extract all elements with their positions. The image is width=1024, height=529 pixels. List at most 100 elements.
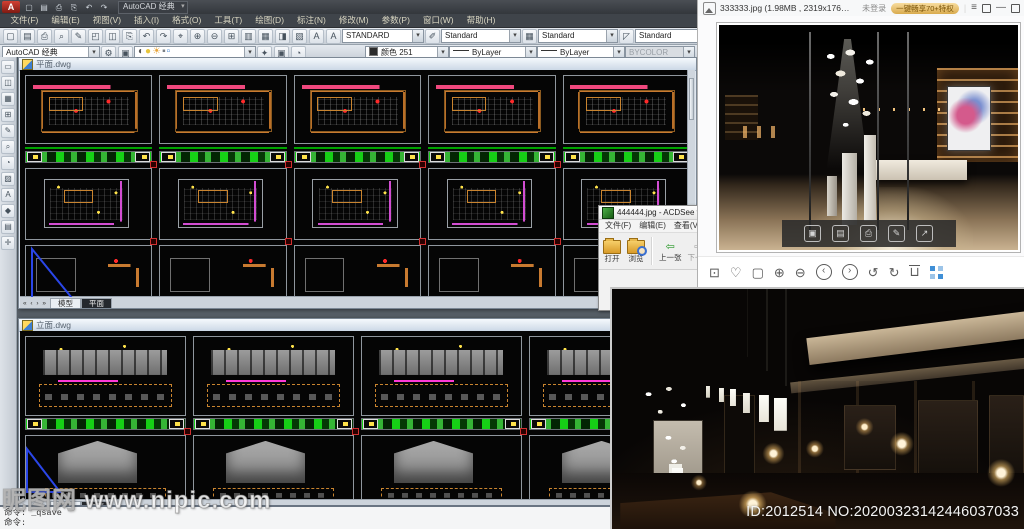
menu-item[interactable]: 编辑(E)	[45, 14, 86, 27]
dim-style-icon[interactable]: ✐	[425, 29, 440, 44]
paste-icon[interactable]: ⎘	[122, 29, 137, 44]
previous-image-icon[interactable]: ‹	[816, 264, 832, 280]
undo-icon[interactable]: ↶	[139, 29, 154, 44]
crop-icon[interactable]: ▢	[752, 265, 764, 280]
edit-icon[interactable]: ✎	[888, 225, 905, 242]
print-icon[interactable]: ⎙	[860, 225, 877, 242]
drawing-canvas-plan[interactable]	[20, 70, 695, 297]
delete-icon[interactable]: ⊔	[909, 265, 919, 279]
save-icon[interactable]: ⎙	[53, 2, 65, 13]
menu-item[interactable]: 文件(F)	[4, 14, 45, 27]
move-tool-icon[interactable]: ✛	[1, 236, 15, 250]
tool-palettes-icon[interactable]: ▦	[258, 29, 273, 44]
cut-icon[interactable]: ◰	[88, 29, 103, 44]
mleader-style-icon[interactable]: ◸	[619, 29, 634, 44]
zoom-in-icon[interactable]: ⊕	[774, 265, 785, 280]
properties-icon[interactable]: ▥	[241, 29, 256, 44]
undo-icon[interactable]: ↶	[83, 2, 95, 13]
new-file-icon[interactable]: ▢	[23, 2, 35, 13]
zoom-out-icon[interactable]: ⊖	[207, 29, 222, 44]
drawing-canvas-elevation[interactable]	[20, 331, 695, 500]
viewer-title-bar[interactable]: 333333.jpg (1.98MB , 2319x1768像素) - 第...…	[698, 0, 1024, 17]
browse-button[interactable]: 浏览	[627, 240, 645, 263]
maximize-icon[interactable]	[1011, 4, 1020, 13]
hatch-tool-icon[interactable]: ▨	[1, 172, 15, 186]
copy-icon[interactable]: ◫	[105, 29, 120, 44]
favorite-icon[interactable]: ♡	[730, 265, 742, 280]
menu-item[interactable]: 参数(P)	[375, 14, 416, 27]
ocr-icon[interactable]: ▣	[804, 225, 821, 242]
menu-item[interactable]: 编辑(E)	[635, 220, 670, 232]
rect-tool-icon[interactable]: ▦	[1, 92, 15, 106]
layer-bulb-icon[interactable]: ●	[145, 47, 151, 57]
pline-tool-icon[interactable]: ◫	[1, 76, 15, 90]
autocad-title-bar[interactable]: A ▢▤⎙⎘↶↷ AutoCAD 经典	[0, 0, 697, 14]
menu-item[interactable]: 插入(I)	[128, 14, 166, 27]
rotate-right-icon[interactable]: ↻	[889, 265, 900, 280]
text-style-combo[interactable]: STANDARD	[342, 29, 424, 43]
plot-icon[interactable]: ⎘	[68, 2, 80, 13]
rotate-left-icon[interactable]: ↺	[868, 265, 879, 280]
layer-color-icon[interactable]: ▫	[167, 47, 171, 57]
arc-tool-icon[interactable]: ◔	[1, 156, 15, 170]
zoom-window-icon[interactable]: ⊞	[224, 29, 239, 44]
menu-item[interactable]: 帮助(H)	[460, 14, 502, 27]
menu-item[interactable]: 格式(O)	[166, 14, 208, 27]
open-button[interactable]: 打开	[603, 240, 621, 263]
menu-item[interactable]: 文件(F)	[601, 220, 635, 232]
find-icon[interactable]: ⌕	[54, 29, 69, 44]
open-file-icon[interactable]: ▤	[38, 2, 50, 13]
menu-icon[interactable]: ≡	[971, 3, 977, 13]
workspace-title[interactable]: AutoCAD 经典	[118, 1, 188, 14]
text-style-icon[interactable]: A	[326, 29, 341, 44]
array-tool-icon[interactable]: ⊞	[1, 108, 15, 122]
redo-icon[interactable]: ↷	[98, 2, 110, 13]
point-tool-icon[interactable]: ◆	[1, 204, 15, 218]
open-icon[interactable]: ▤	[20, 29, 35, 44]
pan-icon[interactable]: ⌖	[173, 29, 188, 44]
previous-image-button[interactable]: ⇦ 上一张	[659, 241, 682, 262]
browse-images-icon[interactable]: ⊡	[709, 265, 720, 280]
zoom-out-icon[interactable]: ⊖	[795, 265, 806, 280]
menu-item[interactable]: 标注(N)	[291, 14, 333, 27]
store-interior-photo[interactable]: ▣ ▤ ⎙ ✎ ↗	[719, 25, 1018, 250]
fullscreen-icon[interactable]	[982, 4, 991, 13]
draw-tool-icon[interactable]: ✎	[1, 124, 15, 138]
more-apps-icon[interactable]	[930, 266, 943, 279]
minimize-icon[interactable]: —	[996, 3, 1006, 13]
layer-filter-icon[interactable]: ◐	[138, 47, 144, 57]
menu-item[interactable]: 绘图(D)	[249, 14, 291, 27]
tab-layout-plan[interactable]: 平面	[81, 298, 112, 308]
text-tool-icon[interactable]: A	[1, 188, 15, 202]
text-style-icon[interactable]: A	[309, 29, 324, 44]
menu-item[interactable]: 修改(M)	[332, 14, 375, 27]
tab-model[interactable]: 模型	[50, 298, 81, 308]
menu-item[interactable]: 视图(V)	[86, 14, 127, 27]
restaurant-interior-photo[interactable]: ID:2012514 NO:20200323142446037033	[612, 289, 1024, 529]
layer-sun-icon[interactable]: ☀	[152, 47, 161, 57]
zoom-in-icon[interactable]: ⊕	[190, 29, 205, 44]
line-tool-icon[interactable]: ▭	[1, 60, 15, 74]
tab-nav-arrows[interactable]: « ‹ › »	[20, 300, 50, 308]
table-style-icon[interactable]: ▦	[522, 29, 537, 44]
share-icon[interactable]: ↗	[916, 225, 933, 242]
edit-icon[interactable]: ✎	[71, 29, 86, 44]
table-style-combo[interactable]: Standard	[538, 29, 618, 43]
layer-lock-icon[interactable]: ▪	[162, 47, 166, 57]
zoom-tool-icon[interactable]: ⌕	[1, 140, 15, 154]
autocad-logo-icon[interactable]: A	[2, 1, 20, 13]
login-link[interactable]: 未登录	[862, 3, 886, 14]
next-image-icon[interactable]: ›	[842, 264, 858, 280]
sheet-set-icon[interactable]: ◨	[275, 29, 290, 44]
menu-item[interactable]: 工具(T)	[208, 14, 249, 27]
scan-icon[interactable]: ▤	[832, 225, 849, 242]
dim-style-combo[interactable]: Standard	[441, 29, 521, 43]
save-icon[interactable]: ⎙	[37, 29, 52, 44]
redo-icon[interactable]: ↷	[156, 29, 171, 44]
table-tool-icon[interactable]: ▤	[1, 220, 15, 234]
hatch-icon[interactable]: ▧	[292, 29, 307, 44]
menu-item[interactable]: 窗口(W)	[416, 14, 460, 27]
command-prompt-line: 命令:	[4, 518, 693, 528]
new-icon[interactable]: ▢	[3, 29, 18, 44]
vip-badge[interactable]: 一键畅享70+特权	[891, 3, 959, 14]
